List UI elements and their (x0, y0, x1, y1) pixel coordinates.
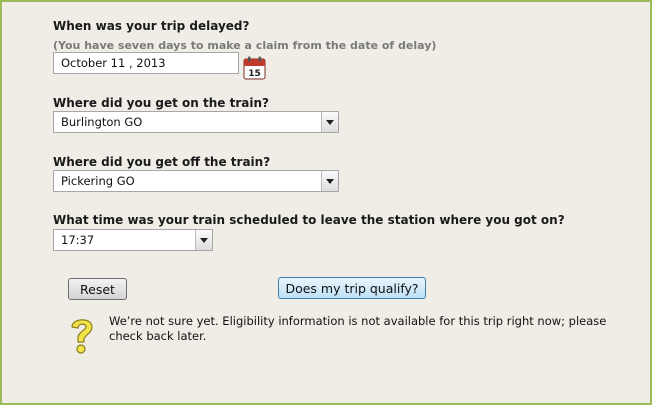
delay-date-question: When was your trip delayed? (53, 19, 250, 33)
departure-time-question: What time was your train scheduled to le… (53, 213, 565, 227)
exit-station-question: Where did you get off the train? (53, 155, 271, 169)
qualify-button[interactable]: Does my trip qualify? (278, 277, 426, 299)
calendar-day-label: 15 (248, 69, 261, 79)
boarding-station-question: Where did you get on the train? (53, 96, 269, 110)
trip-form-panel: When was your trip delayed? (You have se… (0, 0, 652, 405)
exit-station-select[interactable]: Pickering GO (53, 170, 339, 192)
departure-time-dropdown-icon[interactable] (195, 230, 212, 250)
boarding-station-select[interactable]: Burlington GO (53, 111, 339, 133)
question-mark-icon (71, 319, 93, 354)
exit-station-dropdown-icon[interactable] (321, 171, 338, 191)
exit-station-value: Pickering GO (61, 174, 135, 188)
departure-time-select[interactable]: 17:37 (53, 229, 213, 251)
calendar-icon[interactable]: 15 (243, 56, 266, 80)
delay-date-hint: (You have seven days to make a claim fro… (53, 39, 437, 52)
delay-date-input[interactable]: October 11 , 2013 (53, 52, 239, 74)
eligibility-message: We’re not sure yet. Eligibility informat… (109, 314, 607, 343)
boarding-station-value: Burlington GO (61, 115, 143, 129)
reset-button[interactable]: Reset (68, 278, 127, 300)
departure-time-value: 17:37 (61, 233, 95, 247)
delay-date-value: October 11 , 2013 (61, 56, 166, 70)
boarding-station-dropdown-icon[interactable] (321, 112, 338, 132)
